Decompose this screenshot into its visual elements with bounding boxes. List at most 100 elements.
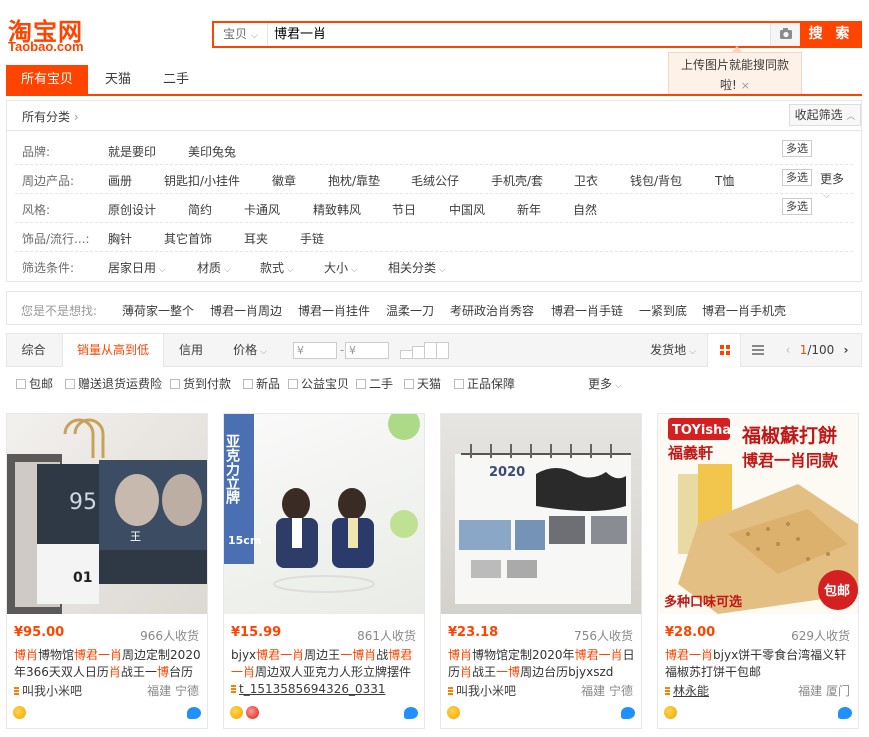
option-secondhand[interactable]: 二手 [356,375,393,392]
sort-credit[interactable]: 信用 [167,334,215,366]
related-search-link[interactable]: 一紧到底 [639,302,687,319]
grid-view-icon[interactable] [707,334,741,367]
multi-select-button[interactable]: 多选 [782,140,812,157]
related-search-link[interactable]: 考研政治肖秀容 [450,302,534,319]
tab-all[interactable]: 所有宝贝 [6,65,88,94]
product-card[interactable]: TOYishan 福義軒 福椒蘇打餅 博君一肖同款 多种口味可选 包邮 ¥28.… [657,413,859,729]
filter-dropdown[interactable]: 款式 ⌵ [260,259,294,276]
product-card[interactable]: 2020 ¥23.18 756人收货 博肖博物馆定制2020年博君一肖日历肖战王… [440,413,642,729]
product-title[interactable]: 博肖博物馆博君一肖周边定制2020年366天双人日历肖战王一博台历 [14,647,204,681]
filter-dropdown[interactable]: 大小 ⌵ [324,259,358,276]
related-search-link[interactable]: 博君一肖手机壳 [702,302,786,319]
filter-value[interactable]: 精致韩风 [313,201,361,218]
sort-price[interactable]: 价格 ⌵ [222,334,278,366]
product-sales: 629人收货 [791,629,850,643]
breadcrumb-all-categories[interactable]: 所有分类 › [22,108,79,125]
tab-tmall[interactable]: 天猫 [94,65,142,94]
list-view-icon[interactable] [743,334,773,366]
product-image[interactable]: 95 01 王 [7,414,207,614]
shop-link[interactable]: 叫我小米吧 [448,682,516,699]
filter-value[interactable]: 画册 [108,172,132,189]
related-search-link[interactable]: 温柔一刀 [386,302,434,319]
filter-value[interactable]: 胸针 [108,230,132,247]
option-new[interactable]: 新品 [243,375,280,392]
filter-value[interactable]: 耳夹 [244,230,268,247]
checkbox[interactable] [16,379,26,389]
multi-select-button[interactable]: 多选 [782,198,812,215]
checkbox[interactable] [65,379,75,389]
filter-value[interactable]: 新年 [517,201,541,218]
product-title[interactable]: bjyx博君一肖周边王一博肖战博君一肖周边双人亚克力人形立牌摆件 [231,647,421,681]
chat-icon[interactable] [621,707,635,719]
filter-value[interactable]: T恤 [715,172,734,189]
filter-value[interactable]: 节日 [392,201,416,218]
related-search-link[interactable]: 博君一肖周边 [210,302,282,319]
filter-value[interactable]: 卡通风 [244,201,280,218]
search-button[interactable]: 搜 索 [800,21,862,48]
search-box: 宝贝 ⌵ [212,21,800,48]
filter-value[interactable]: 钥匙扣/小挂件 [164,172,240,189]
filter-value[interactable]: 抱枕/靠垫 [328,172,380,189]
chat-icon[interactable] [404,707,418,719]
option-return-insurance[interactable]: 赠送退货运费险 [65,375,162,392]
filter-dropdown[interactable]: 材质 ⌵ [197,259,231,276]
collapse-filter-button[interactable]: 收起筛选 ︿ [789,104,861,126]
ship-from-dropdown[interactable]: 发货地 ⌵ [643,334,703,366]
shop-link[interactable]: 叫我小米吧 [14,682,82,699]
checkbox[interactable] [288,379,298,389]
related-search-link[interactable]: 薄荷家一整个 [122,302,194,319]
filter-value[interactable]: 自然 [573,201,597,218]
prev-page-icon[interactable]: ‹ [781,334,795,366]
option-authentic[interactable]: 正品保障 [454,375,515,392]
filter-value[interactable]: 徽章 [272,172,296,189]
related-search-link[interactable]: 博君一肖手链 [551,302,623,319]
checkbox[interactable] [454,379,464,389]
checkbox[interactable] [356,379,366,389]
checkbox[interactable] [404,379,414,389]
option-free-shipping[interactable]: 包邮 [16,375,53,392]
product-image[interactable]: TOYishan 福義軒 福椒蘇打餅 博君一肖同款 多种口味可选 包邮 [658,414,858,614]
search-scope-dropdown[interactable]: 宝贝 ⌵ [214,23,268,46]
multi-select-button[interactable]: 多选 [782,169,812,186]
filter-dropdown[interactable]: 相关分类 ⌵ [388,259,446,276]
filter-value[interactable]: 钱包/背包 [630,172,682,189]
related-search-link[interactable]: 博君一肖挂件 [298,302,370,319]
filter-value[interactable]: 其它首饰 [164,230,212,247]
options-more-button[interactable]: 更多 ⌵ [588,375,622,392]
filter-value[interactable]: 毛绒公仔 [411,172,459,189]
price-range-slider[interactable] [400,342,450,362]
option-cod[interactable]: 货到付款 [170,375,231,392]
shop-link[interactable]: t_1513585694326_0331 [231,682,386,696]
product-card[interactable]: 亚克力立牌 15cm ¥15.99 861人收货 bjyx博君一肖周边王一博肖战… [223,413,425,729]
option-charity[interactable]: 公益宝贝 [288,375,349,392]
filter-value[interactable]: 卫衣 [574,172,598,189]
chat-icon[interactable] [187,707,201,719]
product-image[interactable]: 2020 [441,414,641,614]
search-input[interactable] [274,23,754,46]
filter-value[interactable]: 中国风 [449,201,485,218]
checkbox[interactable] [243,379,253,389]
filter-value[interactable]: 就是要印 [108,143,156,160]
price-min-input[interactable]: ¥ [293,342,337,359]
logo-subtitle[interactable]: Taobao.com [8,39,84,54]
product-title[interactable]: 博肖博物馆定制2020年博君一肖日历肖战王一博周边台历bjyxszd [448,647,638,681]
filter-value[interactable]: 手机壳/套 [491,172,543,189]
checkbox[interactable] [170,379,180,389]
sort-default[interactable]: 综合 [7,334,60,366]
filter-value[interactable]: 手链 [300,230,324,247]
option-tmall[interactable]: 天猫 [404,375,441,392]
sort-sales[interactable]: 销量从高到低 [62,334,164,367]
tab-secondhand[interactable]: 二手 [152,65,200,94]
product-title[interactable]: 博君一肖bjyx饼干零食台湾福义轩福椒苏打饼干包邮 [665,647,855,681]
next-page-icon[interactable]: › [839,334,853,366]
product-image[interactable]: 亚克力立牌 15cm [224,414,424,614]
price-max-input[interactable]: ¥ [345,342,389,359]
camera-icon[interactable] [770,23,800,46]
shop-link[interactable]: 林永能 [665,682,709,699]
filter-value[interactable]: 原创设计 [108,201,156,218]
filter-value[interactable]: 美印兔兔 [188,143,236,160]
filter-dropdown[interactable]: 居家日用 ⌵ [108,259,166,276]
filter-value[interactable]: 简约 [188,201,212,218]
chat-icon[interactable] [838,707,852,719]
product-card[interactable]: 95 01 王 ¥95.00 966人收货 博肖博物馆博君一肖周边定制2020年… [6,413,208,729]
